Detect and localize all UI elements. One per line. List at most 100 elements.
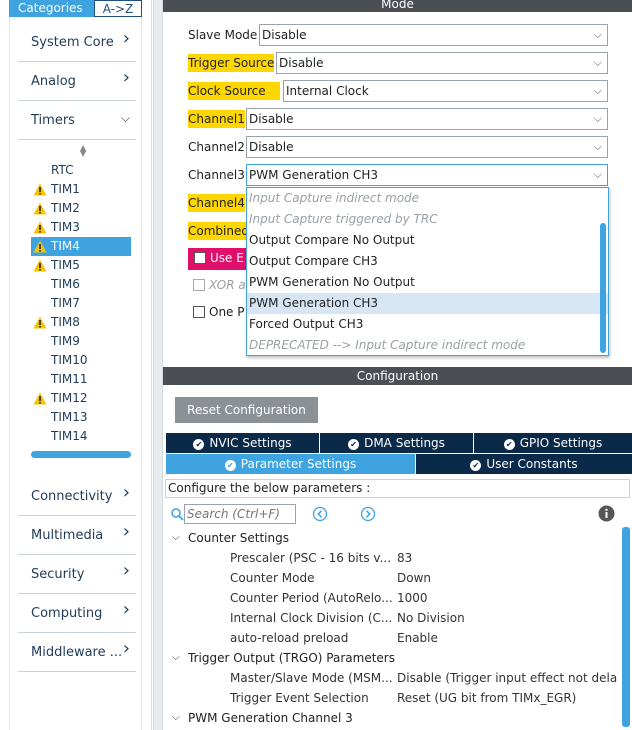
reset-configuration-button[interactable]: Reset Configuration — [175, 397, 318, 423]
sidebar-category-middleware-[interactable]: Middleware ... › — [18, 634, 136, 672]
timer-item-tim3[interactable]: TIM3 — [31, 218, 131, 237]
tab-gpio-settings[interactable]: ✔ GPIO Settings — [474, 433, 632, 453]
param-value[interactable]: Reset (UG bit from TIMx_EGR) — [397, 688, 617, 708]
search-next-icon[interactable] — [360, 506, 376, 522]
expand-chevron-icon[interactable]: ⌵ — [172, 648, 180, 668]
search-icon — [171, 508, 184, 521]
check-circle-icon: ✔ — [470, 460, 482, 471]
param-row[interactable]: Counter Mode Down — [163, 568, 618, 588]
dropdown-scrollbar[interactable] — [600, 223, 606, 353]
param-value[interactable]: No Division — [397, 608, 617, 628]
chevron-down-icon: ⌵ — [593, 84, 602, 97]
param-group[interactable]: ⌵ Trigger Output (TRGO) Parameters — [163, 648, 618, 668]
mode-row-clock-source: Clock Source Internal Clock ⌵ — [188, 80, 608, 102]
mode-select-slave-mode[interactable]: Disable ⌵ — [259, 24, 608, 46]
tab-nvic-settings[interactable]: ✔ NVIC Settings — [166, 433, 320, 453]
param-row[interactable]: Master/Slave Mode (MSM... Disable (Trigge… — [163, 668, 618, 688]
warning-icon — [33, 316, 47, 329]
sort-icon[interactable]: ▲ ▼ — [80, 144, 86, 158]
mode-select-trigger-source[interactable]: Disable ⌵ — [276, 52, 608, 74]
timer-item-tim7[interactable]: TIM7 — [31, 294, 131, 313]
mode-header: Mode — [163, 0, 632, 12]
param-row[interactable]: Counter Period (AutoRelo... 1000 — [163, 588, 618, 608]
param-row[interactable]: auto-reload preload Enable — [163, 628, 618, 648]
param-group[interactable]: ⌵ Counter Settings — [163, 528, 618, 548]
mode-select-value: Disable — [249, 112, 294, 126]
dropdown-option[interactable]: Output Compare CH3 — [247, 251, 608, 272]
tab-parameter-settings[interactable]: ✔ Parameter Settings — [166, 454, 416, 474]
timer-item-tim10[interactable]: TIM10 — [31, 351, 131, 370]
panel-splitter[interactable] — [153, 0, 163, 730]
one-pulse-checkbox-row[interactable]: One P — [193, 302, 244, 322]
sidebar-category-label: Middleware ... — [31, 645, 123, 660]
dropdown-option[interactable]: PWM Generation No Output — [247, 272, 608, 293]
param-value[interactable]: Enable — [397, 628, 617, 648]
mode-select-channel3[interactable]: PWM Generation CH3 ⌵ — [246, 164, 608, 186]
sidebar-category-connectivity[interactable]: Connectivity › — [18, 478, 136, 516]
mode-row-trigger-source: Trigger Source Disable ⌵ — [188, 52, 608, 74]
param-name: Master/Slave Mode (MSM... — [230, 671, 392, 685]
timer-item-tim2[interactable]: TIM2 — [31, 199, 131, 218]
param-value[interactable]: 83 — [397, 548, 617, 568]
tab-dma-settings[interactable]: ✔ DMA Settings — [320, 433, 474, 453]
timer-item-tim11[interactable]: TIM11 — [31, 370, 131, 389]
search-previous-icon[interactable] — [312, 506, 328, 522]
sidebar-category-analog[interactable]: Analog › — [18, 63, 136, 101]
mode-select-clock-source[interactable]: Internal Clock ⌵ — [283, 80, 608, 102]
sidebar-category-system-core[interactable]: System Core › — [18, 24, 136, 62]
mode-select-value: PWM Generation CH3 — [249, 168, 379, 182]
timer-item-tim4[interactable]: TIM4 — [31, 237, 131, 256]
param-search-input[interactable] — [184, 504, 296, 524]
chevron-right-icon: › — [122, 482, 130, 503]
timer-item-label: TIM5 — [51, 258, 80, 272]
param-row[interactable]: Prescaler (PSC - 16 bits v... 83 — [163, 548, 618, 568]
timer-item-tim12[interactable]: TIM12 — [31, 389, 131, 408]
dropdown-option[interactable]: PWM Generation CH3 — [247, 293, 608, 314]
param-row[interactable]: Trigger Event Selection Reset (UG bit fro… — [163, 688, 618, 708]
mode-row-channel2: Channel2 Disable ⌵ — [188, 136, 608, 158]
sidebar-category-timers[interactable]: Timers ⌵ — [18, 102, 136, 140]
sidebar-category-security[interactable]: Security › — [18, 556, 136, 594]
expand-chevron-icon[interactable]: ⌵ — [172, 528, 180, 548]
timer-item-tim13[interactable]: TIM13 — [31, 408, 131, 427]
chevron-right-icon: › — [122, 560, 130, 581]
dropdown-option[interactable]: Output Compare No Output — [247, 230, 608, 251]
timer-list-scrollbar[interactable] — [31, 451, 131, 458]
channel3-dropdown-list[interactable]: Input Capture indirect mode Input Capture… — [246, 187, 609, 356]
mode-label: Combined — [188, 222, 249, 240]
xor-checkbox-row[interactable]: XOR a — [193, 275, 246, 295]
timer-item-tim5[interactable]: TIM5 — [31, 256, 131, 275]
sidebar-category-multimedia[interactable]: Multimedia › — [18, 517, 136, 555]
param-name: Counter Mode — [230, 571, 315, 585]
timer-item-tim14[interactable]: TIM14 — [31, 427, 131, 446]
xor-checkbox[interactable] — [193, 279, 205, 291]
param-group[interactable]: ⌵ PWM Generation Channel 3 — [163, 708, 618, 728]
one-pulse-checkbox[interactable] — [193, 306, 205, 318]
tab-a-to-z[interactable]: A->Z — [94, 0, 142, 17]
timer-item-rtc[interactable]: RTC — [31, 161, 131, 180]
sidebar-category-label: Multimedia — [31, 528, 104, 543]
param-value[interactable]: 1000 — [397, 588, 617, 608]
mode-select-channel1[interactable]: Disable ⌵ — [246, 108, 608, 130]
timer-item-label: TIM8 — [51, 315, 80, 329]
param-row[interactable]: Internal Clock Division (C... No Division — [163, 608, 618, 628]
expand-chevron-icon[interactable]: ⌵ — [172, 708, 180, 728]
tab-user-constants[interactable]: ✔ User Constants — [416, 454, 632, 474]
dropdown-option[interactable]: Forced Output CH3 — [247, 314, 608, 335]
configuration-panel: Configuration Reset Configuration ✔ NVIC … — [163, 367, 632, 730]
timer-item-tim9[interactable]: TIM9 — [31, 332, 131, 351]
timer-item-tim1[interactable]: TIM1 — [31, 180, 131, 199]
param-value[interactable]: Down — [397, 568, 617, 588]
timer-item-label: TIM1 — [51, 182, 80, 196]
mode-select-channel2[interactable]: Disable ⌵ — [246, 136, 608, 158]
mode-select-value: Internal Clock — [286, 84, 369, 98]
info-icon[interactable] — [598, 505, 615, 522]
timer-item-tim8[interactable]: TIM8 — [31, 313, 131, 332]
param-value[interactable]: Disable (Trigger input effect not dela..… — [397, 668, 617, 688]
timer-item-tim6[interactable]: TIM6 — [31, 275, 131, 294]
parameter-scrollbar[interactable] — [622, 527, 630, 727]
tab-categories[interactable]: Categories — [9, 0, 94, 17]
sidebar-category-computing[interactable]: Computing › — [18, 595, 136, 633]
timer-item-label: TIM12 — [51, 391, 88, 405]
use-etr-checkbox[interactable] — [194, 252, 206, 264]
